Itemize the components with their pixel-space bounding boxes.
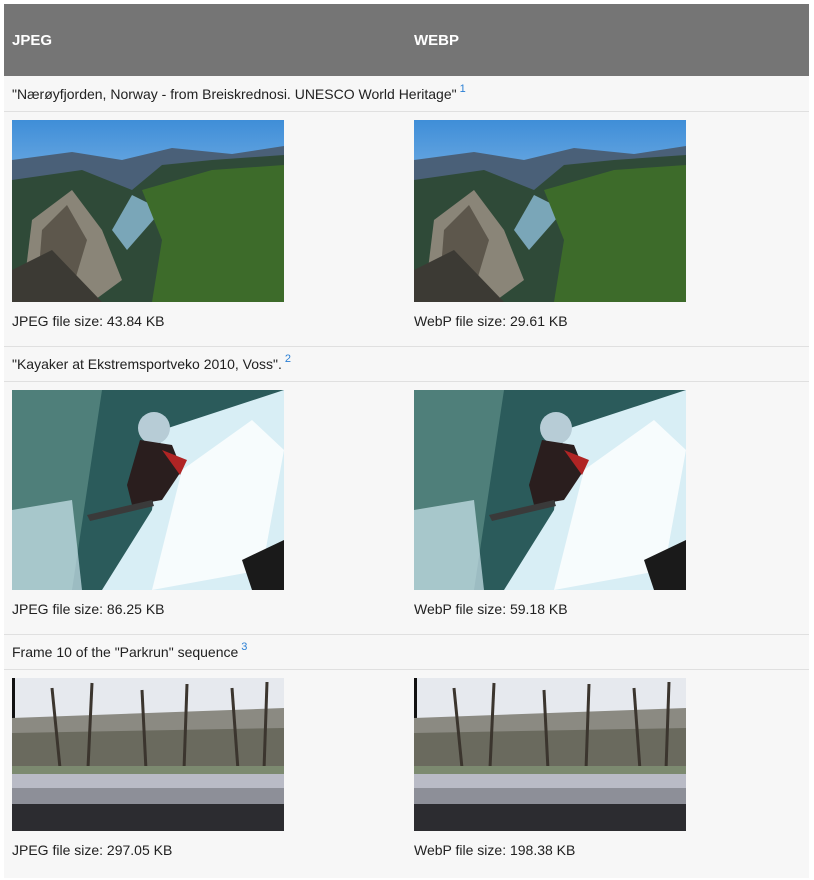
image-row: JPEG file size: 86.25 KB WebP file size:…	[4, 382, 809, 620]
jpeg-cell: JPEG file size: 43.84 KB	[4, 112, 406, 332]
footnote-link[interactable]: 2	[285, 353, 291, 365]
image-caption: "Nærøyfjorden, Norway - from Breiskredno…	[12, 85, 457, 102]
image-caption: "Kayaker at Ekstremsportveko 2010, Voss"…	[12, 356, 282, 372]
fjord-jpeg-image	[12, 120, 284, 302]
row-spacer	[4, 332, 809, 346]
fjord-webp-image	[414, 120, 686, 302]
jpeg-cell: JPEG file size: 297.05 KB	[4, 670, 406, 861]
webp-cell: WebP file size: 29.61 KB	[406, 112, 808, 332]
webp-file-size: WebP file size: 29.61 KB	[414, 313, 568, 329]
image-caption: Frame 10 of the "Parkrun" sequence	[12, 644, 239, 660]
header-webp: WEBP	[414, 31, 459, 49]
comparison-table: JPEG WEBP "Nærøyfjorden, Norway - from B…	[4, 4, 809, 878]
kayaker-jpeg-image	[12, 390, 284, 590]
webp-cell: WebP file size: 59.18 KB	[406, 382, 808, 620]
parkrun-jpeg-image	[12, 678, 284, 831]
caption-row: "Kayaker at Ekstremsportveko 2010, Voss"…	[4, 346, 809, 382]
caption-row: "Nærøyfjorden, Norway - from Breiskredno…	[4, 76, 809, 112]
header-jpeg: JPEG	[12, 31, 53, 49]
footnote-link[interactable]: 1	[460, 83, 466, 95]
row-spacer	[4, 620, 809, 634]
webp-file-size: WebP file size: 198.38 KB	[414, 842, 576, 858]
webp-cell: WebP file size: 198.38 KB	[406, 670, 808, 861]
jpeg-file-size: JPEG file size: 43.84 KB	[12, 313, 165, 329]
table-header: JPEG WEBP	[4, 4, 809, 76]
footnote-link[interactable]: 3	[241, 641, 247, 653]
caption-row: Frame 10 of the "Parkrun" sequence 3	[4, 634, 809, 670]
image-row: JPEG file size: 297.05 KB WebP file size…	[4, 670, 809, 861]
webp-file-size: WebP file size: 59.18 KB	[414, 601, 568, 617]
jpeg-cell: JPEG file size: 86.25 KB	[4, 382, 406, 620]
image-row: JPEG file size: 43.84 KB WebP file size:…	[4, 112, 809, 332]
jpeg-file-size: JPEG file size: 86.25 KB	[12, 601, 165, 617]
parkrun-webp-image	[414, 678, 686, 831]
kayaker-webp-image	[414, 390, 686, 590]
jpeg-file-size: JPEG file size: 297.05 KB	[12, 842, 173, 858]
